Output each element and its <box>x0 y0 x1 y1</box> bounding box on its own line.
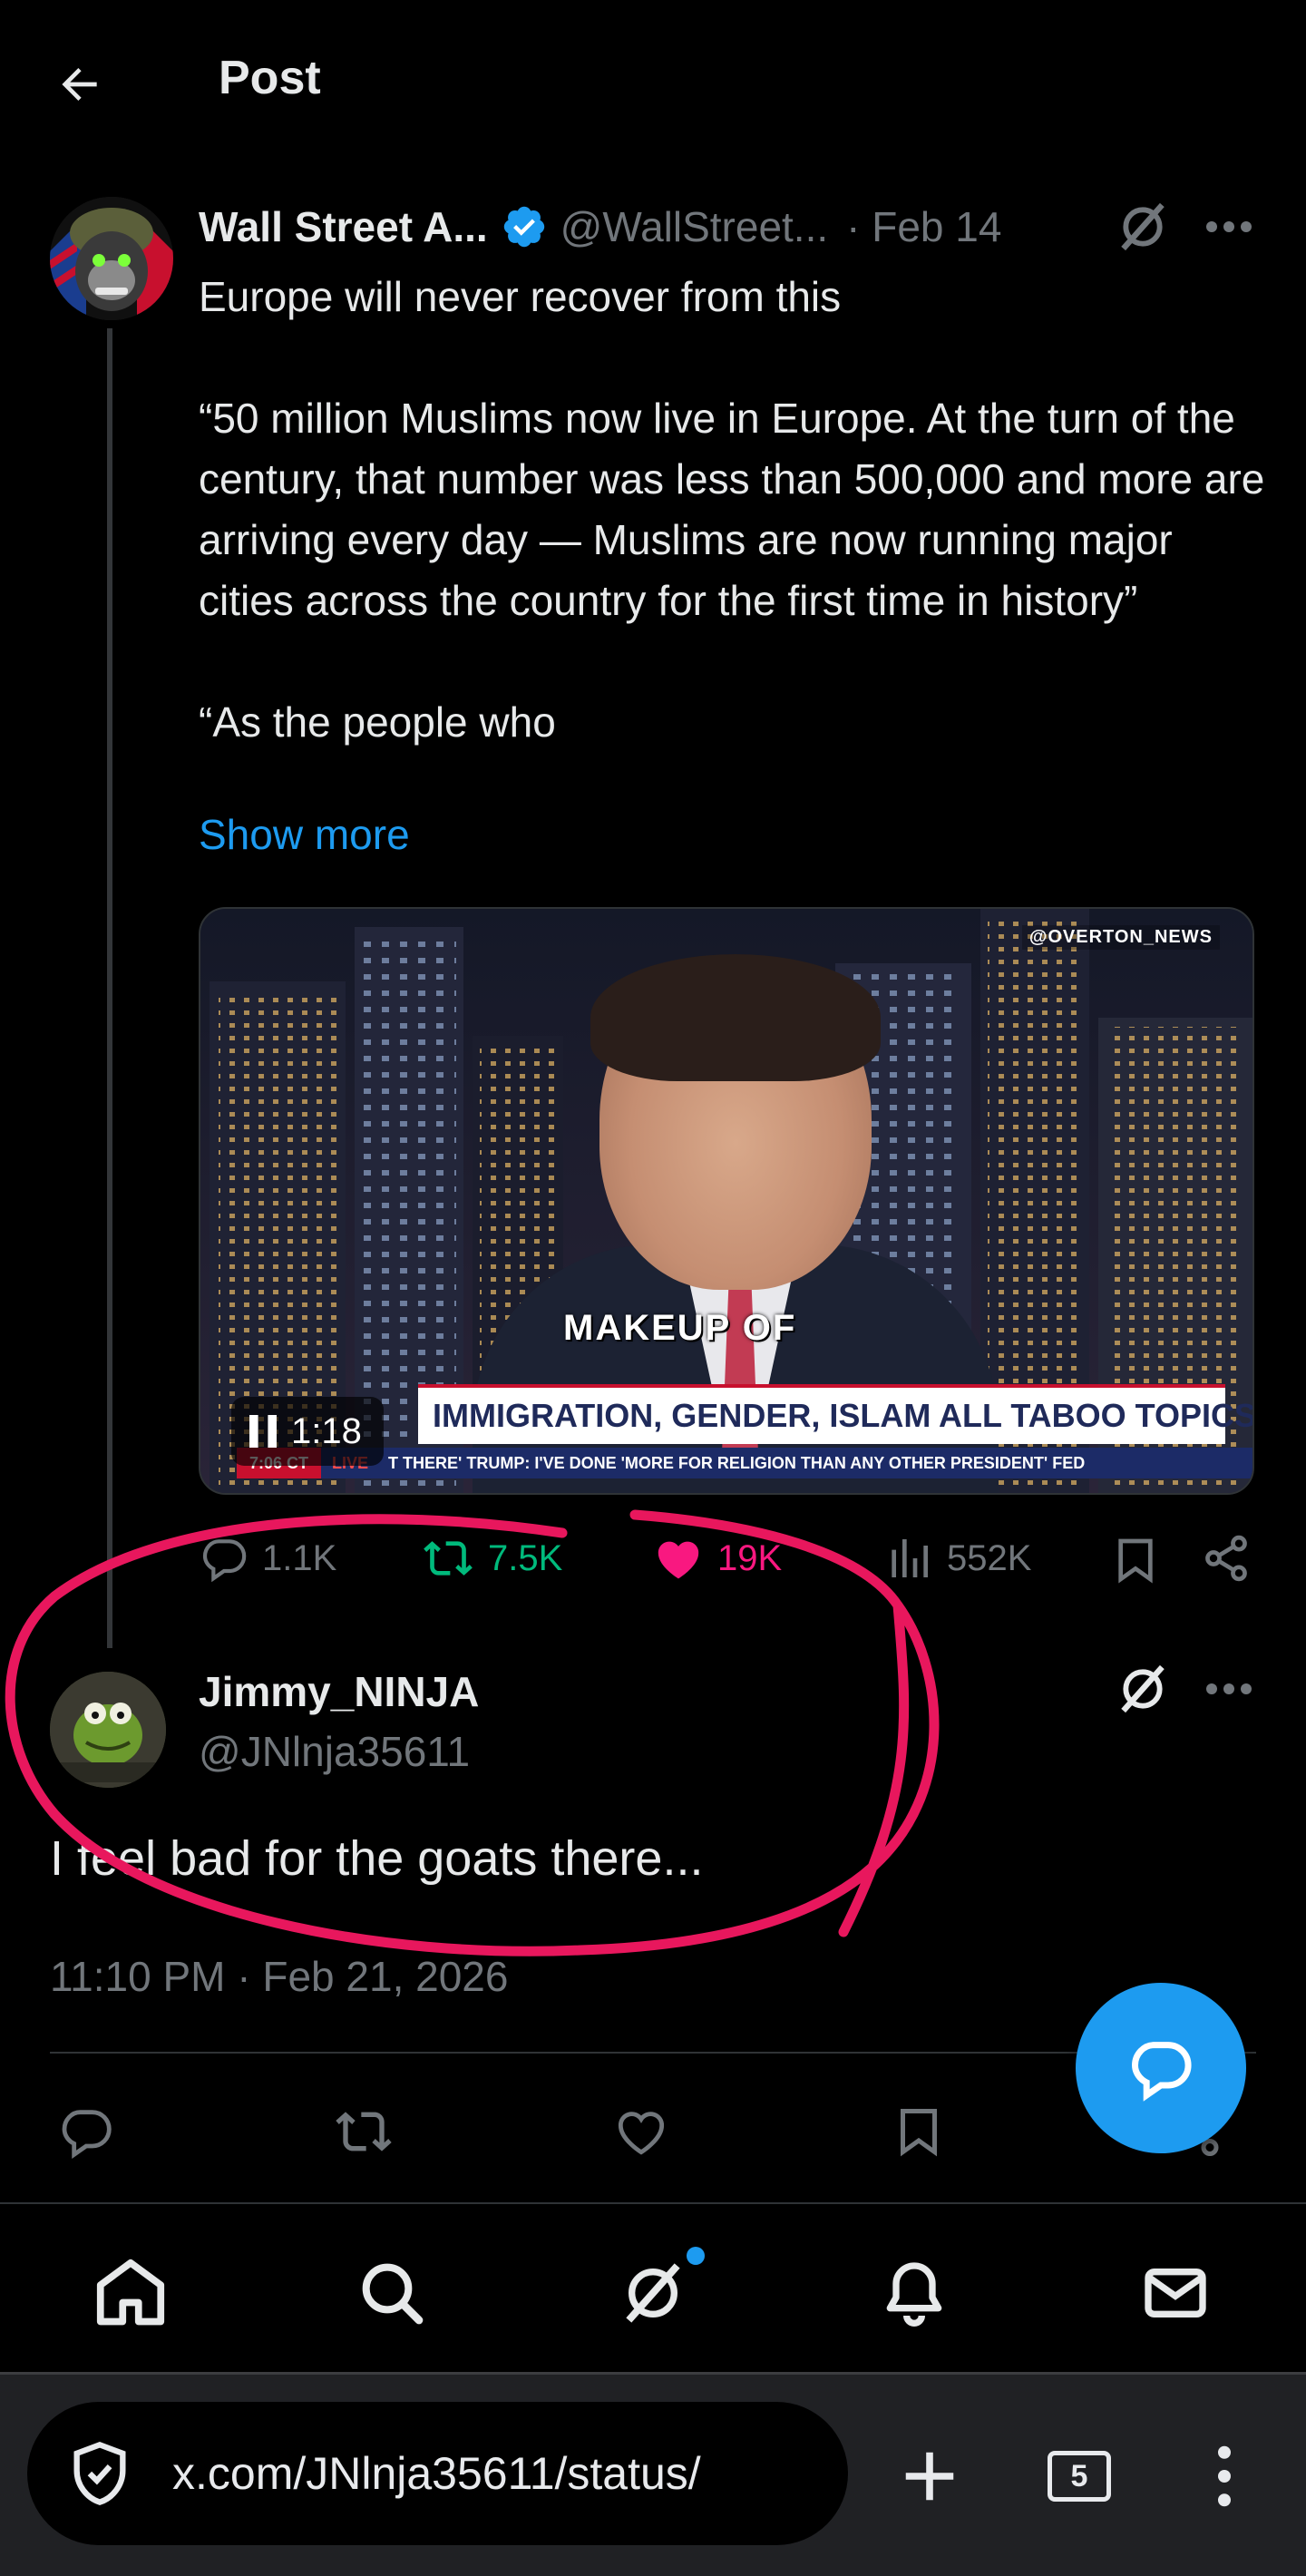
reply-author-handle[interactable]: @JNlnja35611 <box>199 1727 470 1776</box>
reply-timestamp: 11:10 PM · Feb 21, 2026 <box>50 1953 509 2000</box>
tab-count: 5 <box>1048 2451 1111 2502</box>
kermit-avatar-image <box>50 1672 166 1788</box>
shield-icon <box>73 2441 126 2505</box>
reply-icon <box>202 1539 247 1583</box>
post-video[interactable]: @OVERTON_NEWS MAKEUP OF IMMIGRATION, GEN… <box>199 907 1254 1495</box>
video-duration: 1:18 <box>291 1410 362 1451</box>
like-count: 19K <box>717 1537 783 1578</box>
reply-author-avatar[interactable] <box>50 1672 166 1788</box>
like-button[interactable]: 19K <box>652 1533 782 1584</box>
reply-more-button[interactable] <box>1197 1664 1261 1714</box>
pause-icon <box>249 1415 277 1448</box>
share-icon <box>1205 1535 1247 1582</box>
post-author-avatar[interactable] <box>50 197 173 320</box>
page-title: Post <box>219 52 321 104</box>
reply-bookmark-button[interactable] <box>882 2095 955 2168</box>
video-playback-control[interactable]: 1:18 <box>231 1397 384 1466</box>
notification-dot <box>687 2247 705 2265</box>
ape-avatar-image <box>50 197 173 320</box>
anchor-hair <box>590 954 881 1081</box>
top-bar: Post <box>0 0 1306 159</box>
chyron-main: IMMIGRATION, GENDER, ISLAM ALL TABOO TOP… <box>418 1384 1252 1444</box>
repost-count: 7.5K <box>488 1537 563 1578</box>
grok-icon <box>1121 202 1165 251</box>
url-text: x.com/JNlnja35611/status/ <box>172 2448 701 2499</box>
bookmark-icon <box>901 2109 937 2157</box>
reply-count: 1.1K <box>262 1537 337 1578</box>
url-bar[interactable]: x.com/JNlnja35611/status/ <box>27 2402 848 2545</box>
reply-repost-button[interactable] <box>327 2095 400 2168</box>
nav-search[interactable] <box>346 2248 437 2338</box>
share-button[interactable] <box>1201 1533 1252 1584</box>
post-more-button[interactable] <box>1197 201 1261 252</box>
views-button[interactable]: 552K <box>883 1533 1031 1584</box>
grok-icon <box>1121 1664 1165 1713</box>
more-icon <box>1206 221 1252 232</box>
post-text: Europe will never recover from this “50 … <box>199 273 1265 746</box>
bookmark-button[interactable] <box>1110 1533 1161 1587</box>
reply-author-name[interactable]: Jimmy_NINJA <box>199 1667 479 1716</box>
chyron-headline: MAKEUP OF <box>563 1308 797 1348</box>
bottom-navigation <box>0 2213 1306 2372</box>
repost-button[interactable]: 7.5K <box>421 1533 562 1584</box>
nav-notifications[interactable] <box>869 2248 960 2338</box>
tab-switcher-button[interactable]: 5 <box>1043 2431 1116 2522</box>
reply-reply-button[interactable] <box>50 2095 122 2168</box>
plus-icon <box>905 2452 954 2501</box>
reply-like-button[interactable] <box>605 2095 677 2168</box>
chyron-ticker-bar: 7:06 CT LIVE T THERE' TRUMP: I'VE DONE '… <box>237 1448 1252 1478</box>
new-tab-button[interactable] <box>884 2431 975 2522</box>
reply-button[interactable]: 1.1K <box>199 1533 336 1584</box>
views-icon <box>892 1539 928 1577</box>
grok-button[interactable] <box>1114 198 1172 256</box>
view-count: 552K <box>947 1537 1032 1578</box>
video-watermark: @OVERTON_NEWS <box>1021 925 1220 950</box>
back-arrow-icon <box>62 68 97 101</box>
divider <box>50 2052 1256 2054</box>
post-author-handle[interactable]: @WallStreet... <box>560 202 829 251</box>
show-more-link[interactable]: Show more <box>199 810 410 859</box>
post-action-bar: 1.1K 7.5K 19K 552K <box>199 1533 1264 1596</box>
bell-icon <box>886 2262 942 2327</box>
heart-icon <box>658 1541 699 1579</box>
browser-menu-button[interactable] <box>1188 2431 1261 2522</box>
post-author-name[interactable]: Wall Street A... <box>199 202 488 251</box>
post-author-row: Wall Street A... @WallStreet... · Feb 14 <box>199 200 1001 254</box>
reply-icon <box>62 2110 112 2159</box>
mail-icon <box>1145 2269 1206 2317</box>
reply-action-bar <box>50 2095 1256 2168</box>
back-button[interactable] <box>45 50 114 119</box>
more-icon <box>1206 1683 1252 1694</box>
verified-badge-icon <box>503 206 544 248</box>
thread-line <box>107 328 112 1648</box>
kebab-icon <box>1218 2445 1231 2507</box>
chyron-ticker: T THERE' TRUMP: I'VE DONE 'MORE FOR RELI… <box>388 1453 1086 1472</box>
heart-icon <box>618 2112 665 2155</box>
compose-icon <box>1132 2042 1192 2102</box>
nav-grok[interactable] <box>608 2248 698 2338</box>
bookmark-icon <box>1118 1538 1153 1584</box>
grok-icon <box>626 2263 680 2323</box>
compose-reply-fab[interactable] <box>1076 1983 1246 2153</box>
nav-home[interactable] <box>85 2248 176 2338</box>
repost-icon <box>424 1541 473 1576</box>
browser-toolbar: x.com/JNlnja35611/status/ 5 <box>0 2372 1306 2576</box>
home-icon <box>96 2259 165 2326</box>
reply-text: I feel bad for the goats there... <box>50 1831 704 1886</box>
repost-icon <box>336 2112 392 2152</box>
reply-grok-button[interactable] <box>1114 1660 1172 1718</box>
post-date[interactable]: · Feb 14 <box>846 202 1001 251</box>
divider <box>0 2202 1306 2204</box>
search-icon <box>362 2263 424 2325</box>
nav-messages[interactable] <box>1130 2248 1221 2338</box>
